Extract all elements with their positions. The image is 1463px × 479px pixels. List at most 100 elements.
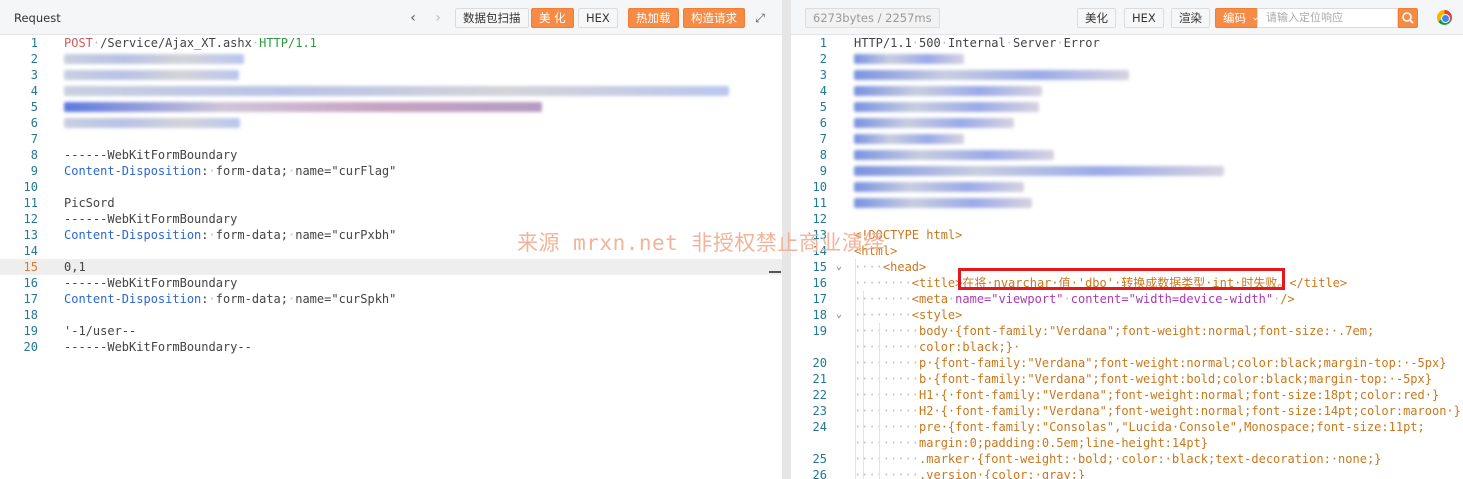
line-number: 15 xyxy=(23,260,38,274)
code-line[interactable]: 19 '-1/user-- xyxy=(0,323,782,339)
code-line[interactable]: 19 ·········body·{font-family:"Verdana";f… xyxy=(791,323,1463,339)
code-line[interactable]: 7 xyxy=(0,131,782,147)
code-line[interactable]: 3 xyxy=(791,67,1463,83)
redacted-text xyxy=(854,150,1054,160)
code-token: <meta xyxy=(911,292,948,306)
response-editor[interactable]: 1 HTTP/1.1·500·Internal·Server·Error 2 3 4 5 6… xyxy=(791,35,1463,479)
code-line[interactable]: 6 xyxy=(791,115,1463,131)
packet-scan-button[interactable]: 数据包扫描 xyxy=(455,8,529,28)
code-line[interactable]: 12 xyxy=(791,211,1463,227)
code-line[interactable]: 14 <html> xyxy=(791,243,1463,259)
code-line[interactable]: 18 ⌄ ········<style> xyxy=(791,307,1463,323)
chevron-right-icon[interactable]: › xyxy=(430,9,446,27)
code-token: · xyxy=(1063,292,1071,306)
line-number: 13 xyxy=(23,228,38,242)
line-number: 10 xyxy=(812,180,827,194)
line-number: 18 xyxy=(812,308,827,322)
response-hex-button[interactable]: HEX xyxy=(1124,8,1164,28)
code-token: <head> xyxy=(882,260,927,274)
beautify-button[interactable]: 美 化 xyxy=(531,8,574,28)
code-line[interactable]: 11 PicSord xyxy=(0,195,782,211)
line-number: 18 xyxy=(23,308,38,322)
code-text: ·········body·{font-family:"Verdana";fon… xyxy=(854,323,1374,339)
code-text: ·········b·{font-family:"Verdana";font-w… xyxy=(854,371,1432,387)
code-line[interactable]: 13 <!DOCTYPE html> xyxy=(791,227,1463,243)
code-text: ·········pre·{font-family:"Consolas","Lu… xyxy=(854,419,1425,435)
code-token: Content-Disposition xyxy=(64,292,202,306)
code-line[interactable]: 12 ------WebKitFormBoundary xyxy=(0,211,782,227)
code-line[interactable]: 4 xyxy=(0,83,782,99)
request-editor[interactable]: 1 POST·/Service/Ajax_XT.ashx·HTTP/1.1 2 3 4 5… xyxy=(0,35,782,479)
code-line[interactable]: 18 xyxy=(0,307,782,323)
code-token: HTTP/1.1 xyxy=(854,36,912,50)
hot-load-button[interactable]: 热加载 xyxy=(628,8,679,28)
fold-chevron-icon[interactable]: ⌄ xyxy=(836,259,842,275)
code-line[interactable]: 11 xyxy=(791,195,1463,211)
code-line[interactable]: 21 ·········b·{font-family:"Verdana";font… xyxy=(791,371,1463,387)
redacted-text xyxy=(854,86,1042,96)
code-line[interactable]: 22 ·········H1·{·font-family:"Verdana";fo… xyxy=(791,387,1463,403)
fold-chevron-icon[interactable]: ⌄ xyxy=(836,307,842,323)
code-line[interactable]: 15 0,1 xyxy=(0,259,782,275)
line-number: 8 xyxy=(30,148,38,162)
code-line[interactable]: 10 xyxy=(791,179,1463,195)
code-token: ------WebKitFormBoundary xyxy=(64,148,238,162)
code-line[interactable]: 1 POST·/Service/Ajax_XT.ashx·HTTP/1.1 xyxy=(0,35,782,51)
code-token: /Service/Ajax_XT.ashx xyxy=(100,36,252,50)
code-line[interactable]: 8 xyxy=(791,147,1463,163)
code-line[interactable]: 25 ·········.marker·{font-weight:·bold;·c… xyxy=(791,451,1463,467)
line-number: 1 xyxy=(819,36,827,50)
code-line[interactable]: 5 xyxy=(791,99,1463,115)
code-line[interactable]: 9 Content-Disposition:·form-data;·name="c… xyxy=(0,163,782,179)
code-line[interactable]: 8 ------WebKitFormBoundary xyxy=(0,147,782,163)
chevron-left-icon[interactable]: ‹ xyxy=(405,9,421,27)
locate-response-input[interactable]: 请输入定位响应 xyxy=(1257,8,1398,28)
code-line[interactable]: 5 xyxy=(0,99,782,115)
code-line[interactable]: 1 HTTP/1.1·500·Internal·Server·Error xyxy=(791,35,1463,51)
code-token: </title> xyxy=(1289,276,1348,290)
code-line[interactable]: 10 xyxy=(0,179,782,195)
code-line[interactable]: ·········color:black;}· xyxy=(791,339,1463,355)
code-line[interactable]: 2 xyxy=(791,51,1463,67)
code-line[interactable]: 26 ·········.version·{color:·gray;} xyxy=(791,467,1463,479)
line-number: 3 xyxy=(30,68,38,82)
line-number: 3 xyxy=(819,68,827,82)
redacted-text xyxy=(854,182,1024,192)
chrome-browser-icon[interactable] xyxy=(1437,10,1452,25)
build-request-button[interactable]: 构造请求 xyxy=(683,8,745,28)
scrollbar-marker[interactable] xyxy=(769,271,781,273)
response-beautify-button[interactable]: 美化 xyxy=(1077,8,1116,28)
code-line[interactable]: 20 ·········p·{font-family:"Verdana";font… xyxy=(791,355,1463,371)
code-token: HTTP/1.1 xyxy=(259,36,317,50)
code-line[interactable]: 17 Content-Disposition:·form-data;·name="… xyxy=(0,291,782,307)
code-line[interactable]: 23 ·········H2·{·font-family:"Verdana";fo… xyxy=(791,403,1463,419)
code-line[interactable]: 17 ········<meta·name="viewport"·content=… xyxy=(791,291,1463,307)
code-line[interactable]: 3 xyxy=(0,67,782,83)
code-line[interactable]: 20 ------WebKitFormBoundary-- xyxy=(0,339,782,355)
search-icon xyxy=(1402,12,1414,24)
line-number: 17 xyxy=(23,292,38,306)
code-line[interactable]: ·········margin:0;padding:0.5em;line-hei… xyxy=(791,435,1463,451)
code-token: H1·{·font-family:"Verdana";font-weight:n… xyxy=(919,388,1440,402)
code-token: ------WebKitFormBoundary xyxy=(64,212,238,226)
fullscreen-icon[interactable]: ⤢ xyxy=(752,9,768,27)
code-line[interactable]: 4 xyxy=(791,83,1463,99)
code-token: : xyxy=(201,292,209,306)
code-line[interactable]: 9 xyxy=(791,163,1463,179)
search-button[interactable] xyxy=(1398,8,1418,28)
code-line[interactable]: 6 xyxy=(0,115,782,131)
code-line[interactable]: 7 xyxy=(791,131,1463,147)
render-button[interactable]: 渲染 xyxy=(1171,8,1210,28)
error-title-highlight xyxy=(958,268,1285,290)
code-line[interactable]: 16 ------WebKitFormBoundary xyxy=(0,275,782,291)
code-token: <style> xyxy=(911,308,963,322)
encoding-label: 编码 xyxy=(1223,11,1246,25)
code-token: POST xyxy=(64,36,93,50)
hex-button[interactable]: HEX xyxy=(578,8,618,28)
code-line[interactable]: 24 ·········pre·{font-family:"Consolas","… xyxy=(791,419,1463,435)
line-number: 16 xyxy=(23,276,38,290)
indent-guide xyxy=(863,291,864,479)
line-number: 11 xyxy=(23,196,38,210)
code-line[interactable]: 2 xyxy=(0,51,782,67)
code-token: form-data; xyxy=(215,292,288,306)
